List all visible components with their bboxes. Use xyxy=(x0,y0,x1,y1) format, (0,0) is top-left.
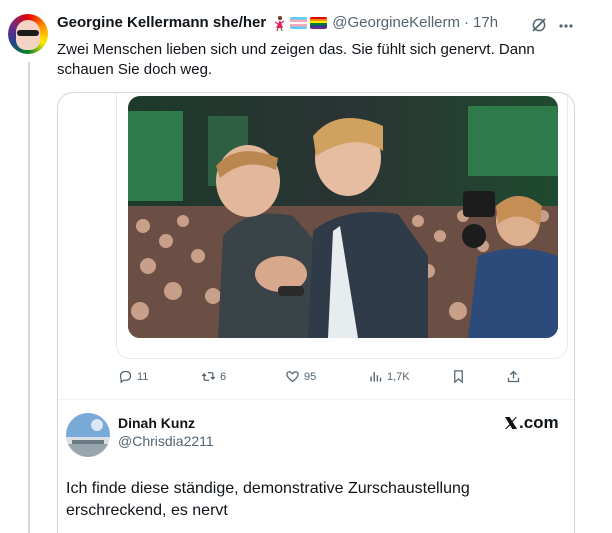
thread-line xyxy=(28,62,30,533)
share-icon xyxy=(507,370,520,383)
transgender-flag-icon xyxy=(290,16,308,29)
separator-dot: · xyxy=(464,14,470,31)
author-handle[interactable]: @GeorgineKellerm xyxy=(332,14,460,31)
post-actions: 11 6 95 1,7K xyxy=(118,369,521,389)
embed-text: Ich finde diese ständige, demonstrative … xyxy=(66,480,470,519)
post-photo[interactable] xyxy=(128,96,558,338)
author-emojis xyxy=(271,15,328,31)
repost-count: 6 xyxy=(220,370,227,383)
views-button[interactable]: 1,7K xyxy=(368,369,410,384)
share-button[interactable] xyxy=(506,369,521,384)
x-com-link[interactable]: .com xyxy=(503,413,559,433)
x-com-label: .com xyxy=(519,413,559,432)
rainbow-flag-icon xyxy=(310,16,328,29)
embed-author-handle[interactable]: @Chrisdia2211 xyxy=(118,433,214,449)
reply-count: 11 xyxy=(137,370,149,383)
tweet-text: Zwei Menschen lieben sich und zeigen das… xyxy=(57,41,535,78)
grok-icon[interactable] xyxy=(530,16,548,34)
quote-card[interactable]: 11 6 95 1,7K Dinah Kunz @Chrisdia2211 .c… xyxy=(57,92,575,533)
bookmark-button[interactable] xyxy=(451,369,466,384)
like-button[interactable]: 95 xyxy=(285,369,316,384)
author-avatar[interactable] xyxy=(8,14,48,54)
more-icon[interactable] xyxy=(558,19,574,33)
x-logo-icon xyxy=(505,417,517,429)
repost-button[interactable]: 6 xyxy=(201,369,226,384)
dancer-emoji-icon xyxy=(271,15,287,31)
views-icon xyxy=(370,372,382,382)
bookmark-icon xyxy=(454,370,463,384)
repost-icon xyxy=(201,372,216,381)
tweet-timestamp[interactable]: 17h xyxy=(473,14,498,31)
like-count: 95 xyxy=(304,370,317,383)
author-name[interactable]: Georgine Kellermann she/her xyxy=(57,14,266,31)
embed-divider xyxy=(58,399,574,400)
embed-avatar[interactable] xyxy=(66,413,110,457)
like-icon xyxy=(286,371,299,383)
reply-button[interactable]: 11 xyxy=(118,369,148,384)
embed-author-name[interactable]: Dinah Kunz xyxy=(118,415,195,431)
reply-icon xyxy=(119,370,132,384)
views-count: 1,7K xyxy=(387,370,410,383)
tweet-header: Georgine Kellermann she/her @GeorgineKel… xyxy=(57,14,498,31)
